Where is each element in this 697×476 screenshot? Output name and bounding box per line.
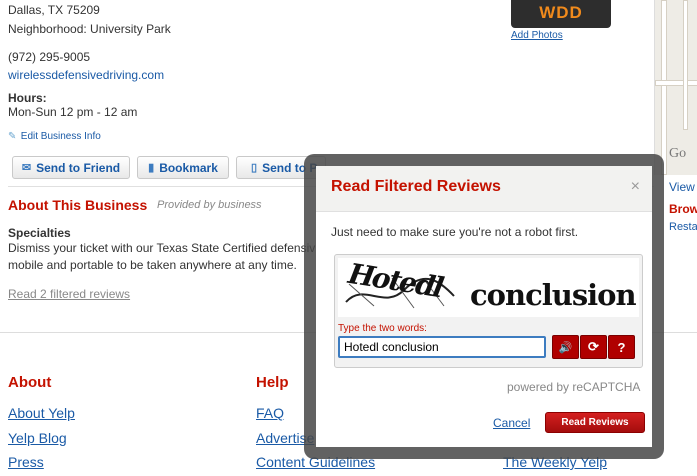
- footer-link-about-yelp[interactable]: About Yelp: [8, 405, 75, 421]
- captcha-word-plain: conclusion: [470, 278, 637, 312]
- edit-business-info-link[interactable]: ✎ Edit Business Info: [8, 131, 101, 142]
- business-photo[interactable]: WDD: [511, 0, 611, 28]
- browse-heading: Brow: [669, 202, 697, 216]
- pencil-icon: ✎: [8, 131, 17, 142]
- refresh-icon: ⟳: [588, 339, 599, 354]
- map[interactable]: Go: [654, 0, 697, 175]
- audio-challenge-button[interactable]: 🔊: [552, 335, 579, 359]
- captcha-instruction: Type the two words:: [338, 323, 427, 334]
- neighborhood: Neighborhood: University Park: [8, 22, 171, 36]
- hours-label: Hours:: [8, 91, 47, 105]
- phone-number: (972) 295-9005: [8, 50, 91, 64]
- captcha-image: Hotedl conclusion: [338, 258, 639, 317]
- dialog-message: Just need to make sure you're not a robo…: [331, 225, 579, 239]
- website-link[interactable]: wirelessdefensivedriving.com: [8, 68, 164, 82]
- map-road: [655, 80, 697, 86]
- envelope-icon: ✉: [21, 162, 32, 174]
- restaurants-link[interactable]: Resta: [669, 221, 697, 233]
- recaptcha-widget: Hotedl conclusion Type the two words: 🔊 …: [334, 254, 643, 368]
- provided-by-business: Provided by business: [157, 199, 262, 211]
- footer-about-heading: About: [8, 374, 52, 391]
- read-filtered-reviews-dialog: Read Filtered Reviews × Just need to mak…: [316, 166, 652, 447]
- hours-value: Mon-Sun 12 pm - 12 am: [8, 105, 138, 119]
- map-road: [661, 0, 667, 175]
- send-to-friend-button[interactable]: ✉ Send to Friend: [12, 156, 130, 179]
- specialties-label: Specialties: [8, 226, 71, 240]
- close-icon[interactable]: ×: [631, 178, 640, 196]
- footer-link-press[interactable]: Press: [8, 454, 44, 470]
- send-to-friend-label: Send to Friend: [36, 160, 121, 175]
- footer-link-yelp-blog[interactable]: Yelp Blog: [8, 430, 67, 446]
- footer-link-faq[interactable]: FAQ: [256, 405, 284, 421]
- page: Dallas, TX 75209 Neighborhood: Universit…: [0, 0, 697, 476]
- edit-business-info-label: Edit Business Info: [20, 131, 101, 142]
- powered-by-recaptcha: powered by reCAPTCHA: [507, 380, 641, 394]
- read-filtered-reviews-link[interactable]: Read 2 filtered reviews: [8, 287, 130, 301]
- bookmark-icon: ▮: [148, 162, 155, 174]
- specialties-line: mobile and portable to be taken anywhere…: [8, 258, 297, 272]
- bookmark-button[interactable]: ▮ Bookmark: [137, 156, 229, 179]
- specialties-line: Dismiss your ticket with our Texas State…: [8, 241, 316, 255]
- specialties-text: Dismiss your ticket with our Texas State…: [8, 240, 316, 274]
- photo-logo-text: WDD: [539, 3, 583, 22]
- add-photos-link[interactable]: Add Photos: [511, 30, 563, 41]
- dialog-title: Read Filtered Reviews: [331, 178, 501, 195]
- map-road: [683, 0, 688, 130]
- phone-icon: ▯: [251, 162, 258, 174]
- help-icon: ?: [617, 339, 626, 355]
- speaker-icon: 🔊: [558, 341, 573, 354]
- map-google-label: Go: [669, 146, 687, 161]
- view-link[interactable]: View: [669, 180, 695, 194]
- refresh-captcha-button[interactable]: ⟳: [580, 335, 607, 359]
- footer-help-heading: Help: [256, 374, 289, 391]
- bookmark-label: Bookmark: [159, 160, 218, 175]
- cancel-link[interactable]: Cancel: [493, 416, 530, 430]
- address-line: Dallas, TX 75209: [8, 3, 100, 17]
- captcha-help-button[interactable]: ?: [608, 335, 635, 359]
- captcha-response-input[interactable]: [338, 336, 546, 358]
- dialog-header: Read Filtered Reviews ×: [316, 166, 652, 212]
- about-business-title: About This Business: [8, 197, 148, 213]
- read-reviews-button[interactable]: Read Reviews: [545, 412, 645, 433]
